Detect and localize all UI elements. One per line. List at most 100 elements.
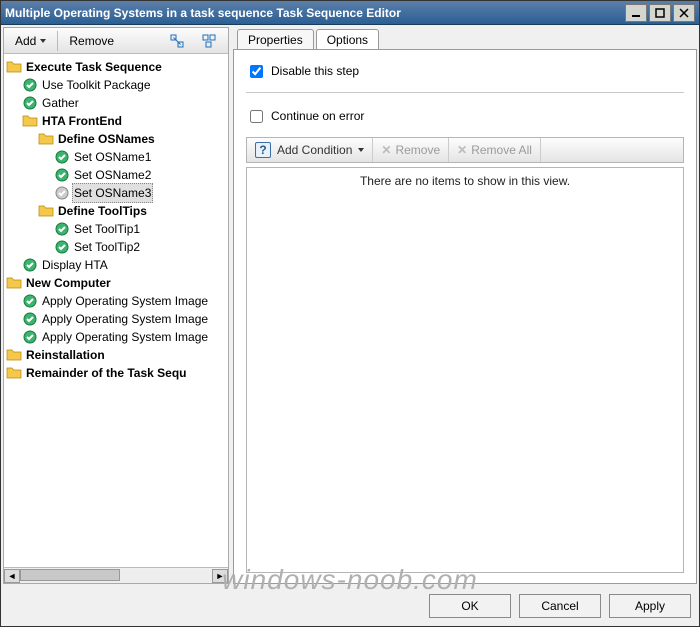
task-sequence-editor-window: Multiple Operating Systems in a task seq… [0,0,700,627]
check-icon [22,293,38,309]
tree-item-label: Set OSName3 [72,183,153,203]
tree-item[interactable]: Set ToolTip1 [6,220,226,238]
tree-item-label: Remainder of the Task Sequ [24,364,188,382]
tree-item[interactable]: Set OSName1 [6,148,226,166]
tree-item-label: Set ToolTip1 [72,220,142,238]
check-icon [22,95,38,111]
remove-step-button[interactable]: Remove [62,30,121,52]
apply-button[interactable]: Apply [609,594,691,618]
folder-icon [6,59,22,75]
minimize-button[interactable] [625,4,647,22]
tree-horizontal-scrollbar[interactable]: ◄ ► [4,567,228,583]
folder-icon [6,275,22,291]
remove-condition-button: ✕ Remove [373,138,449,162]
conditions-toolbar: ? Add Condition ✕ Remove ✕ Remove All [246,137,684,163]
check-icon [22,311,38,327]
dialog-footer: OK Cancel Apply [1,586,699,626]
remove-cond-label: Remove [395,143,440,157]
gray-icon [54,185,70,201]
help-icon: ? [255,142,271,158]
tree-item[interactable]: HTA FrontEnd [6,112,226,130]
folder-icon [6,365,22,381]
tree-item-label: Use Toolkit Package [40,76,153,94]
tree-item-label: Apply Operating System Image [40,310,210,328]
disable-checkbox-input[interactable] [250,65,263,78]
remove-label: Remove [69,34,114,48]
add-step-button[interactable]: Add [8,30,53,52]
check-icon [22,257,38,273]
options-tabpage: Disable this step Continue on error ? Ad… [233,49,697,584]
tree-item[interactable]: Use Toolkit Package [6,76,226,94]
add-condition-button[interactable]: ? Add Condition [247,138,373,162]
folder-icon [22,113,38,129]
tree-toolbar: Add Remove [4,28,228,54]
add-label: Add [15,34,36,48]
check-icon [22,329,38,345]
tree-item[interactable]: Apply Operating System Image [6,328,226,346]
tree-item[interactable]: Apply Operating System Image [6,292,226,310]
tree-item-label: HTA FrontEnd [40,112,124,130]
tree-item-label: Execute Task Sequence [24,58,164,76]
ok-button[interactable]: OK [429,594,511,618]
check-icon [54,149,70,165]
chevron-down-icon [40,39,46,43]
check-icon [22,77,38,93]
tree-item-label: Display HTA [40,256,110,274]
conditions-list[interactable]: There are no items to show in this view. [246,167,684,573]
check-icon [54,167,70,183]
tree-item-label: Gather [40,94,81,112]
tab-options[interactable]: Options [316,29,379,49]
remove-all-label: Remove All [471,143,532,157]
tree-item[interactable]: Set OSName3 [6,184,226,202]
tree-item-label: New Computer [24,274,113,292]
close-button[interactable] [673,4,695,22]
tree-item[interactable]: Display HTA [6,256,226,274]
tree-item-label: Set OSName2 [72,166,153,184]
tree-item[interactable]: Gather [6,94,226,112]
tree-item-label: Set ToolTip2 [72,238,142,256]
delete-icon: ✕ [457,143,467,157]
tree-item[interactable]: New Computer [6,274,226,292]
check-icon [54,221,70,237]
empty-list-text: There are no items to show in this view. [360,174,570,188]
scroll-right-arrow[interactable]: ► [212,569,228,583]
tree-item[interactable]: Execute Task Sequence [6,58,226,76]
tree-item[interactable]: Apply Operating System Image [6,310,226,328]
remove-all-conditions-button: ✕ Remove All [449,138,541,162]
continue-label: Continue on error [271,109,364,123]
tree-item-label: Apply Operating System Image [40,292,210,310]
title-bar[interactable]: Multiple Operating Systems in a task seq… [1,1,699,25]
delete-icon: ✕ [381,143,391,157]
tree-item-label: Define OSNames [56,130,157,148]
continue-on-error-checkbox[interactable]: Continue on error [246,105,684,127]
left-pane: Add Remove Execute Tas [3,27,229,584]
tree-item[interactable]: Remainder of the Task Sequ [6,364,226,382]
collapse-all-icon[interactable] [192,30,224,52]
tree-item-label: Reinstallation [24,346,107,364]
tree-item[interactable]: Reinstallation [6,346,226,364]
continue-checkbox-input[interactable] [250,110,263,123]
tab-properties[interactable]: Properties [237,29,314,49]
tree-item[interactable]: Define OSNames [6,130,226,148]
tree-item[interactable]: Set ToolTip2 [6,238,226,256]
right-pane: Properties Options Disable this step Con… [233,27,697,584]
folder-icon [38,131,54,147]
tabs: Properties Options [233,27,697,49]
tree-item[interactable]: Set OSName2 [6,166,226,184]
tree-item[interactable]: Define ToolTips [6,202,226,220]
maximize-button[interactable] [649,4,671,22]
folder-icon [38,203,54,219]
disable-step-checkbox[interactable]: Disable this step [246,60,684,82]
tree-item-label: Set OSName1 [72,148,153,166]
check-icon [54,239,70,255]
expand-all-icon[interactable] [160,30,192,52]
chevron-down-icon [358,148,364,152]
folder-icon [6,347,22,363]
disable-label: Disable this step [271,64,359,78]
tree-item-label: Apply Operating System Image [40,328,210,346]
window-title: Multiple Operating Systems in a task seq… [5,1,401,25]
add-condition-label: Add Condition [277,143,352,157]
task-sequence-tree[interactable]: Execute Task SequenceUse Toolkit Package… [4,54,228,386]
scroll-left-arrow[interactable]: ◄ [4,569,20,583]
cancel-button[interactable]: Cancel [519,594,601,618]
